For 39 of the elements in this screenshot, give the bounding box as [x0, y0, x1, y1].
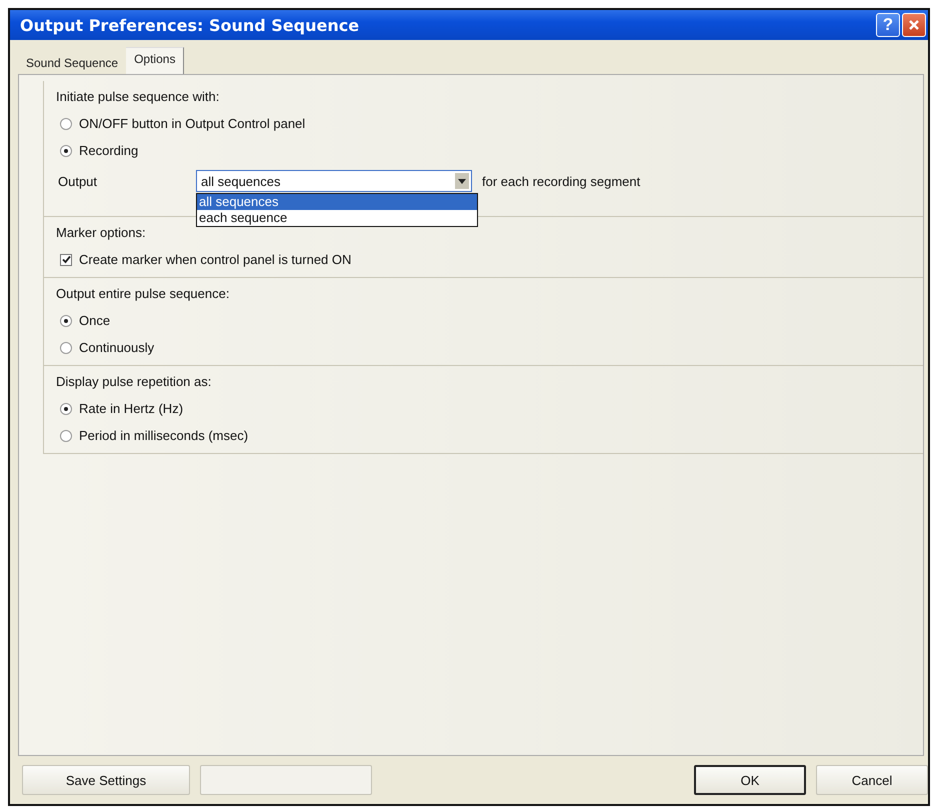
close-button[interactable]	[902, 13, 926, 37]
radio-button[interactable]	[60, 144, 72, 156]
dialog-button[interactable]: Save Settings	[22, 765, 190, 795]
option-label: Period in milliseconds (msec)	[79, 428, 248, 443]
radio-option[interactable]: ON/OFF button in Output Control panel	[56, 116, 923, 131]
radio-option[interactable]: Once	[56, 313, 923, 328]
dialog-button[interactable]: Cancel	[816, 765, 928, 795]
dialog-button[interactable]: OK	[694, 765, 806, 795]
field-suffix: for each recording segment	[482, 174, 640, 188]
help-button[interactable]: ?	[876, 13, 900, 37]
option-label: Continuously	[79, 340, 154, 355]
option-label: Once	[79, 313, 110, 328]
group-title: Marker options:	[56, 225, 147, 240]
radio-button[interactable]	[60, 314, 72, 326]
option-label: ON/OFF button in Output Control panel	[79, 116, 306, 131]
tab[interactable]: Sound Sequence	[18, 52, 126, 74]
radio-button[interactable]	[60, 430, 72, 442]
radio-option[interactable]: Continuously	[56, 340, 923, 355]
output-dropdown[interactable]: all sequences	[196, 170, 472, 192]
dropdown-option[interactable]: all sequences	[197, 194, 477, 210]
radio-option[interactable]: Rate in Hertz (Hz)	[56, 401, 923, 416]
radio-button[interactable]	[60, 118, 72, 130]
close-icon	[908, 19, 920, 31]
radio-option[interactable]: Period in milliseconds (msec)	[56, 428, 923, 443]
tab[interactable]: Options	[126, 47, 184, 74]
window-title: Output Preferences: Sound Sequence	[20, 16, 360, 34]
field-label: Output	[58, 174, 98, 188]
group-title: Initiate pulse sequence with:	[56, 89, 220, 104]
option-label: Rate in Hertz (Hz)	[79, 401, 184, 416]
radio-option[interactable]: Recording	[56, 143, 923, 158]
checkbox[interactable]	[60, 254, 72, 266]
radio-button[interactable]	[60, 342, 72, 354]
checkbox-option[interactable]: Create marker when control panel is turned ON	[56, 252, 923, 267]
option-label: Create marker when control panel is turned ON	[79, 252, 352, 267]
group-title: Display pulse repetition as:	[56, 374, 212, 389]
option-label: Recording	[79, 143, 138, 158]
group-title: Output entire pulse sequence:	[56, 286, 230, 301]
dropdown-option[interactable]: each sequence	[197, 210, 477, 226]
radio-button[interactable]	[60, 402, 72, 414]
